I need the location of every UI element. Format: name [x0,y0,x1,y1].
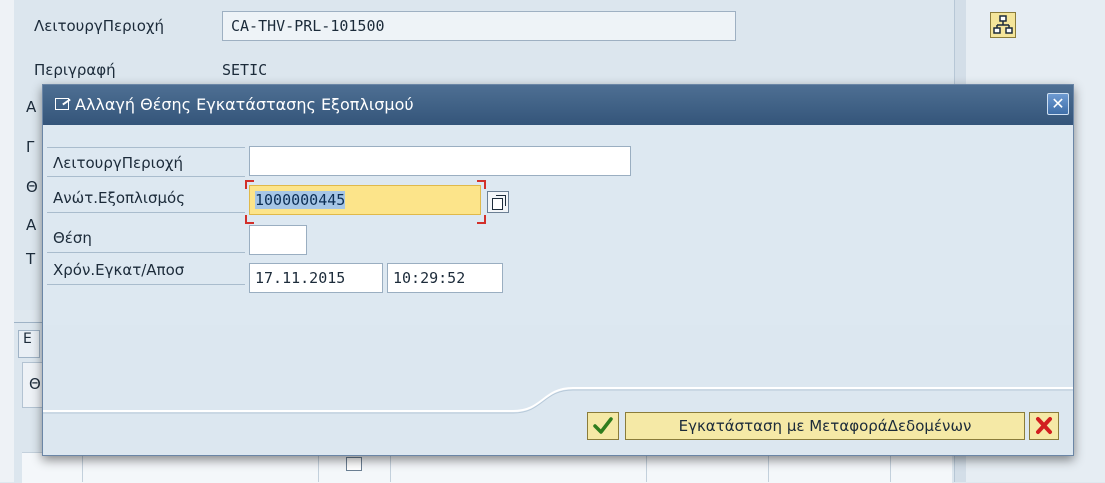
table-row[interactable] [22,452,952,483]
partial-label-5: Τ [26,250,36,268]
hierarchy-button[interactable] [990,12,1016,38]
required-marker [245,180,254,189]
functional-location-input[interactable] [249,146,631,176]
tab-partial[interactable]: Ε [18,330,40,358]
partial-label-1: Α [26,98,37,116]
grid-divider [768,452,769,482]
close-icon: ✕ [1051,94,1065,113]
grid-divider [318,452,319,482]
position-input[interactable] [249,225,307,255]
install-date-input[interactable]: 17.11.2015 [249,263,383,293]
value-help-button[interactable] [487,191,509,213]
close-button[interactable]: ✕ [1047,93,1069,115]
grid-divider [390,452,391,482]
row-checkbox[interactable] [346,457,362,471]
required-marker [477,180,486,189]
grid-divider [82,452,83,482]
superior-equipment-label: Ανώτ.Εξοπλισμός [47,183,245,213]
install-with-data-transfer-button[interactable]: Εγκατάσταση με ΜεταφοράΔεδομένων [625,412,1025,440]
cancel-button[interactable] [1029,412,1059,440]
edit-window-icon [55,98,69,110]
functional-location-field[interactable]: CA-THV-PRL-101500 [222,11,736,41]
functional-location-label: ΛειτουργΠεριοχή [34,17,165,35]
grid-divider [890,452,891,482]
checkmark-icon [593,417,613,434]
partial-label-4: Α [26,216,37,234]
dialog-titlebar[interactable]: Αλλαγή Θέσης Εγκατάστασης Εξοπλισμού ✕ [43,85,1073,125]
dialog-title: Αλλαγή Θέσης Εγκατάστασης Εξοπλισμού [75,95,414,114]
position-label: Θέση [47,223,245,253]
partial-label-3: Θ [26,178,38,196]
selected-text: 1000000445 [255,191,346,209]
required-marker [245,215,254,224]
required-marker [477,215,486,224]
confirm-button[interactable] [587,412,619,440]
grid-divider [646,452,647,482]
install-time-input[interactable]: 10:29:52 [387,263,503,293]
grid-header-label: Θ [29,375,41,393]
change-installation-dialog: Αλλαγή Θέσης Εγκατάστασης Εξοπλισμού ✕ Λ… [42,84,1074,456]
partial-label-2: Γ [26,138,35,156]
functional-location-label: ΛειτουργΠεριοχή [47,147,245,177]
description-value: SETIC [222,61,268,79]
superior-equipment-input[interactable]: 1000000445 [249,185,481,215]
description-label: Περιγραφή [34,61,116,79]
cancel-x-icon [1036,417,1052,434]
install-datetime-label: Χρόν.Εγκατ/Αποσ [47,255,245,285]
left-strip [0,0,14,482]
hierarchy-icon [993,15,1013,34]
